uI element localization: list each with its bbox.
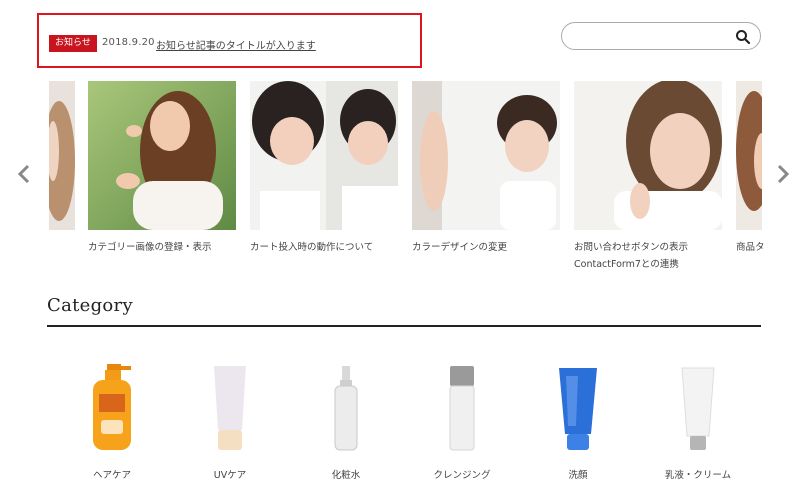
slide-card[interactable]: 商品タ xyxy=(736,81,776,256)
category-label: 乳液・クリーム xyxy=(664,470,732,481)
category-label: 洗顔 xyxy=(568,470,588,481)
news-bar: お知らせ 2018.9.20 お知らせ記事のタイトルが入ります xyxy=(37,13,422,68)
category-item-emulsion-cream[interactable]: 乳液・クリーム xyxy=(643,360,753,481)
cleansing-bottle-image xyxy=(407,360,517,452)
slide-caption: カート投入時の動作について xyxy=(250,242,374,253)
slide-photo xyxy=(736,81,762,230)
slide-caption: カラーデザインの変更 xyxy=(412,242,508,253)
search-icon[interactable] xyxy=(735,29,751,45)
slide-photo xyxy=(574,81,722,230)
chevron-left-icon[interactable] xyxy=(13,162,35,186)
slide-photo xyxy=(88,81,236,230)
slide-card[interactable]: お問い合わせボタンの表示 ContactForm7との連携 xyxy=(574,81,744,273)
slide-caption: カテゴリー画像の登録・表示 xyxy=(88,242,212,253)
slide-photo xyxy=(49,81,75,230)
slide-caption: お問い合わせボタンの表示 ContactForm7との連携 xyxy=(574,242,689,270)
category-item-haircare[interactable]: ヘアケア xyxy=(57,360,167,481)
category-label: 化粧水 xyxy=(331,470,361,481)
slide-caption: 商品タ xyxy=(736,242,765,253)
slide-photo xyxy=(250,81,398,230)
category-heading: Category xyxy=(47,295,133,316)
category-label: クレンジング xyxy=(433,470,491,481)
news-title-link[interactable]: お知らせ記事のタイトルが入ります xyxy=(156,37,316,52)
news-badge: お知らせ xyxy=(49,35,97,52)
category-item-facewash[interactable]: 洗顔 xyxy=(523,360,633,481)
slide-card[interactable]: カラーデザインの変更 xyxy=(412,81,582,256)
category-divider xyxy=(47,325,761,327)
lotion-bottle-image xyxy=(291,360,401,452)
category-item-lotion[interactable]: 化粧水 xyxy=(291,360,401,481)
uv-care-tube-image xyxy=(175,360,285,452)
slide-photo xyxy=(412,81,560,230)
category-item-cleansing[interactable]: クレンジング xyxy=(407,360,517,481)
face-wash-tube-image xyxy=(523,360,633,452)
category-label: ヘアケア xyxy=(92,470,131,481)
slide-card[interactable]: カテゴリー画像の登録・表示 xyxy=(88,81,258,256)
slide-card[interactable]: カート投入時の動作について xyxy=(250,81,420,256)
category-label: UVケア xyxy=(213,470,247,481)
news-date: 2018.9.20 xyxy=(102,37,155,48)
category-item-uvcare[interactable]: UVケア xyxy=(175,360,285,481)
hair-care-bottle-image xyxy=(57,360,167,452)
search-input[interactable] xyxy=(561,22,761,50)
cream-tube-image xyxy=(643,360,753,452)
